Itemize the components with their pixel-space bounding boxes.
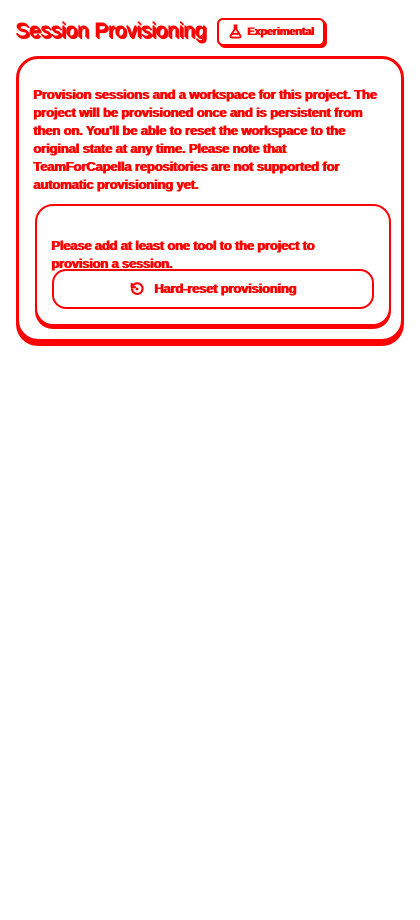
tool-required-message: Please add at least one tool to the proj…	[52, 238, 316, 271]
experimental-badge-label: Experimental	[246, 25, 314, 38]
page-title: Session Provisioning	[16, 20, 207, 43]
provisioning-description: Provision sessions and a workspace for t…	[34, 87, 378, 192]
reset-icon	[130, 282, 144, 295]
experimental-badge: Experimental	[216, 17, 325, 46]
session-provisioning-page: Session Provisioning Experimental Provis…	[0, 0, 420, 920]
hard-reset-provisioning-button[interactable]: Hard-reset provisioning	[52, 269, 374, 309]
flask-icon	[229, 24, 242, 39]
page-header: Session Provisioning Experimental	[16, 16, 404, 48]
hard-reset-provisioning-label: Hard-reset provisioning	[154, 281, 298, 296]
provisioning-card: Provision sessions and a workspace for t…	[16, 56, 404, 342]
tool-required-card: Please add at least one tool to the proj…	[35, 204, 391, 326]
